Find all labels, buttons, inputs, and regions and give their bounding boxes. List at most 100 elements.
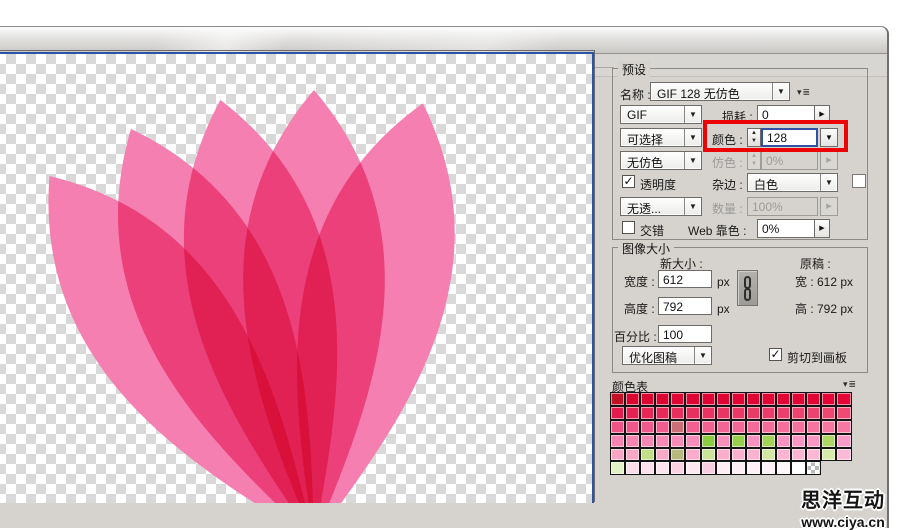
- color-swatch[interactable]: [685, 405, 701, 420]
- color-swatch[interactable]: [791, 447, 807, 462]
- color-swatch[interactable]: [730, 447, 746, 462]
- web-snap-slider-button[interactable]: ▶: [814, 219, 830, 238]
- color-swatch[interactable]: [715, 392, 731, 406]
- matte-dropdown[interactable]: 白色 ▼: [747, 173, 838, 192]
- color-swatch[interactable]: [610, 433, 626, 448]
- color-swatch[interactable]: [821, 405, 837, 420]
- color-swatch[interactable]: [836, 392, 852, 406]
- color-swatch[interactable]: [776, 405, 792, 420]
- color-swatch[interactable]: [760, 405, 777, 420]
- transparency-dither-dropdown[interactable]: 无透... ▼: [620, 197, 702, 216]
- color-swatch[interactable]: [700, 419, 716, 434]
- color-swatch[interactable]: [821, 419, 837, 434]
- color-swatch[interactable]: [836, 447, 852, 462]
- color-swatch[interactable]: [625, 447, 641, 462]
- color-swatch[interactable]: [655, 392, 671, 406]
- color-swatch[interactable]: [610, 419, 626, 434]
- percent-field[interactable]: 100: [658, 325, 712, 343]
- color-swatch[interactable]: [776, 461, 792, 476]
- clip-to-artboard-checkbox[interactable]: ✓: [769, 348, 782, 361]
- constrain-proportions-button[interactable]: [737, 270, 758, 306]
- color-swatch[interactable]: [700, 461, 716, 476]
- format-dropdown[interactable]: GIF ▼: [620, 105, 702, 124]
- color-swatch[interactable]: [625, 392, 641, 406]
- color-swatch[interactable]: [730, 392, 746, 406]
- color-swatch[interactable]: [791, 419, 807, 434]
- color-swatch[interactable]: [640, 392, 656, 406]
- color-swatch[interactable]: [715, 419, 731, 434]
- color-swatch[interactable]: [700, 433, 716, 448]
- chevron-down-icon[interactable]: ▼: [772, 83, 789, 100]
- color-swatch[interactable]: [685, 461, 701, 476]
- chevron-down-icon[interactable]: ▼: [684, 198, 701, 215]
- color-swatch[interactable]: [715, 447, 731, 462]
- color-swatch[interactable]: [640, 405, 656, 420]
- color-swatch[interactable]: [610, 447, 626, 462]
- color-reduction-dropdown[interactable]: 可选择 ▼: [620, 128, 702, 147]
- color-swatch[interactable]: [730, 419, 746, 434]
- lossy-slider-button[interactable]: ▶: [814, 105, 830, 124]
- lossy-field[interactable]: 0: [757, 105, 815, 124]
- color-swatch[interactable]: [806, 419, 822, 434]
- transparency-checkbox[interactable]: ✓: [622, 175, 635, 188]
- color-swatch[interactable]: [730, 405, 746, 420]
- color-swatch[interactable]: [670, 461, 686, 476]
- color-swatch[interactable]: [821, 447, 837, 462]
- color-swatch[interactable]: [776, 447, 792, 462]
- color-swatch[interactable]: [670, 419, 686, 434]
- color-swatch[interactable]: [700, 405, 716, 420]
- interlaced-checkbox[interactable]: [622, 221, 635, 234]
- color-swatch[interactable]: [776, 419, 792, 434]
- color-swatch[interactable]: [715, 433, 731, 448]
- color-swatch[interactable]: [806, 447, 822, 462]
- color-swatch[interactable]: [625, 405, 641, 420]
- color-swatch[interactable]: [640, 447, 656, 462]
- color-swatch[interactable]: [806, 405, 822, 420]
- color-swatch[interactable]: [700, 447, 716, 462]
- color-swatch[interactable]: [685, 447, 701, 462]
- color-swatch[interactable]: [640, 419, 656, 434]
- color-swatch[interactable]: [760, 461, 777, 476]
- chevron-down-icon[interactable]: ▼: [684, 152, 701, 169]
- preset-name-dropdown[interactable]: GIF 128 无仿色 ▼: [650, 82, 790, 101]
- colors-dropdown-button[interactable]: ▼: [820, 128, 838, 147]
- color-swatch[interactable]: [655, 433, 671, 448]
- color-swatch[interactable]: [670, 433, 686, 448]
- color-swatch[interactable]: [745, 461, 761, 476]
- color-swatch[interactable]: [760, 433, 777, 448]
- color-swatch[interactable]: [776, 392, 792, 406]
- chevron-down-icon[interactable]: ▼: [694, 347, 711, 364]
- color-swatch[interactable]: [685, 392, 701, 406]
- chevron-down-icon[interactable]: ▼: [820, 174, 837, 191]
- height-field[interactable]: 792: [658, 297, 712, 315]
- color-swatch[interactable]: [655, 419, 671, 434]
- color-swatch[interactable]: [625, 433, 641, 448]
- color-swatch[interactable]: [745, 405, 761, 420]
- color-swatch[interactable]: [791, 433, 807, 448]
- color-swatch[interactable]: [610, 392, 626, 406]
- color-swatch[interactable]: [760, 419, 777, 434]
- color-swatch[interactable]: [806, 433, 822, 448]
- chevron-down-icon[interactable]: ▼: [684, 129, 701, 146]
- color-swatch[interactable]: [836, 405, 852, 420]
- spinner-down-icon[interactable]: ▼: [748, 137, 760, 146]
- color-swatch[interactable]: [821, 433, 837, 448]
- color-swatch[interactable]: [685, 433, 701, 448]
- colors-spinner[interactable]: ▲ ▼: [747, 128, 761, 147]
- color-swatch[interactable]: [745, 433, 761, 448]
- color-swatch[interactable]: [700, 392, 716, 406]
- color-swatch[interactable]: [836, 433, 852, 448]
- color-swatch[interactable]: [655, 447, 671, 462]
- color-swatch[interactable]: [655, 461, 671, 476]
- color-swatch[interactable]: [836, 419, 852, 434]
- color-swatch[interactable]: [791, 392, 807, 406]
- color-table-menu-icon[interactable]: ▾≣: [843, 379, 857, 390]
- color-swatch[interactable]: [715, 405, 731, 420]
- color-swatch[interactable]: [791, 405, 807, 420]
- color-swatch[interactable]: [625, 419, 641, 434]
- color-swatch[interactable]: [760, 447, 777, 462]
- dither-method-dropdown[interactable]: 无仿色 ▼: [620, 151, 702, 170]
- color-swatch[interactable]: [776, 433, 792, 448]
- optimize-artwork-dropdown[interactable]: 优化图稿 ▼: [622, 346, 712, 365]
- color-swatch[interactable]: [610, 405, 626, 420]
